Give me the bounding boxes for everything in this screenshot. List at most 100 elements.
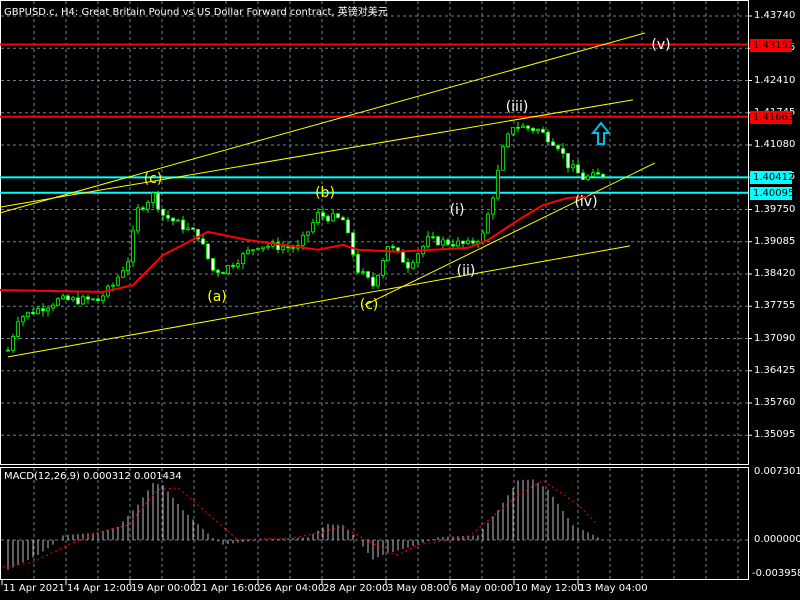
- candle-bull: [236, 263, 240, 267]
- time-axis-label: 3 May 08:00: [387, 583, 450, 594]
- macd-title: MACD(12,26,9) 0.000312 0.001434: [4, 471, 182, 482]
- candle-bear: [231, 265, 235, 267]
- candle-bull: [501, 146, 505, 171]
- price-axis-label: 1.36425: [754, 364, 796, 376]
- candle-bear: [166, 214, 170, 219]
- candle-bear: [171, 217, 175, 222]
- candle-bull: [386, 245, 390, 261]
- candle-bear: [461, 240, 465, 244]
- candle-bear: [546, 131, 550, 143]
- candle-bull: [136, 207, 140, 232]
- time-axis-label: 21 Apr 16:00: [195, 583, 261, 594]
- candle-bear: [561, 148, 565, 154]
- candle-bull: [466, 240, 470, 244]
- candle-bull: [176, 219, 180, 222]
- candle-bull: [586, 175, 590, 181]
- candle-bull: [46, 307, 50, 312]
- candle-bull: [361, 271, 365, 273]
- price-level-tag: 1.40412: [750, 171, 794, 185]
- price-axis-label: 1.35760: [754, 397, 796, 408]
- candle-bear: [221, 272, 225, 274]
- trendline: [364, 162, 656, 306]
- candle-bull: [411, 262, 415, 269]
- candle-bull: [16, 321, 20, 337]
- candle-bull: [481, 232, 485, 243]
- candle-bull: [536, 128, 540, 132]
- candle-bull: [61, 295, 65, 300]
- candle-bull: [571, 164, 575, 169]
- candle-bear: [286, 246, 290, 249]
- candle-bull: [301, 234, 305, 246]
- macd-axis-max: 0.007301: [754, 466, 800, 477]
- candle-bear: [436, 236, 440, 246]
- time-axis-label: 19 Apr 00:00: [131, 583, 197, 594]
- price-level-tag: 1.41663: [750, 110, 794, 124]
- candle-bull: [11, 335, 15, 351]
- candle-bear: [66, 295, 70, 301]
- candle-bear: [181, 219, 185, 230]
- candle-bull: [81, 296, 85, 305]
- candle-bear: [326, 215, 330, 222]
- wave-label-iv: (iv): [574, 194, 598, 210]
- wave-label-iii: (iii): [505, 99, 529, 115]
- candle-bear: [556, 145, 560, 149]
- candle-bear: [86, 296, 90, 300]
- candle-bull: [36, 308, 40, 315]
- wave-label-ii: (ii): [456, 263, 476, 279]
- candle-bear: [191, 227, 195, 230]
- price-axis-label: 1.41080: [754, 139, 796, 150]
- candle-bear: [541, 128, 545, 133]
- price-level-tag: 1.43152: [750, 38, 794, 52]
- candle-bull: [51, 304, 55, 309]
- macd-axis-min: -0.003958: [752, 568, 800, 579]
- buy-arrow-icon: [590, 121, 612, 145]
- macd-axis-zero: 0.000000: [754, 534, 800, 545]
- candle-bull: [311, 222, 315, 233]
- time-axis-label: 26 Apr 04:00: [259, 583, 325, 594]
- time-axis-label: 13 May 04:00: [579, 583, 648, 594]
- candle-bull: [246, 249, 250, 255]
- candle-bull: [251, 249, 255, 252]
- candle-bull: [126, 261, 130, 272]
- candle-bull: [186, 227, 190, 230]
- price-axis-label: 1.43740: [754, 10, 796, 21]
- candle-bull: [491, 197, 495, 215]
- wave-label-a: (a): [207, 289, 227, 305]
- price-axis-label: 1.42410: [754, 74, 796, 86]
- wave-label-b: (b): [315, 185, 335, 201]
- wave-label-v: (v): [651, 37, 671, 53]
- candle-bull: [521, 125, 525, 128]
- wave-label-c-upper: (c): [143, 171, 163, 187]
- candle-bear: [346, 219, 350, 234]
- candle-bear: [531, 127, 535, 132]
- candle-bull: [121, 270, 125, 278]
- candle-bear: [6, 349, 10, 352]
- candle-bull: [316, 212, 320, 223]
- candle-bear: [551, 141, 555, 146]
- candle-bull: [426, 236, 430, 247]
- price-axis-label: 1.38420: [754, 268, 796, 279]
- candle-bull: [506, 133, 510, 148]
- candle-bull: [591, 172, 595, 177]
- candle-bear: [321, 212, 325, 217]
- time-axis-label: 28 Apr 20:00: [323, 583, 389, 594]
- price-axis-label: 1.35095: [754, 429, 796, 441]
- price-axis-label: 1.37090: [754, 332, 796, 344]
- candle-bear: [31, 311, 35, 315]
- candle-bear: [581, 172, 585, 181]
- candle-bear: [161, 208, 165, 216]
- chart-canvas[interactable]: [0, 0, 800, 600]
- candle-bear: [336, 213, 340, 218]
- price-level-tag: 1.40095: [750, 186, 794, 200]
- candle-bear: [401, 250, 405, 263]
- candle-bear: [216, 269, 220, 273]
- time-axis-label: 10 May 12:00: [515, 583, 584, 594]
- candle-bull: [496, 169, 500, 199]
- trendline: [7, 245, 631, 358]
- candle-bear: [156, 192, 160, 210]
- candle-bull: [226, 265, 230, 274]
- candle-bear: [366, 271, 370, 278]
- candle-bull: [306, 231, 310, 236]
- candle-bear: [526, 125, 530, 129]
- candle-bear: [596, 172, 600, 175]
